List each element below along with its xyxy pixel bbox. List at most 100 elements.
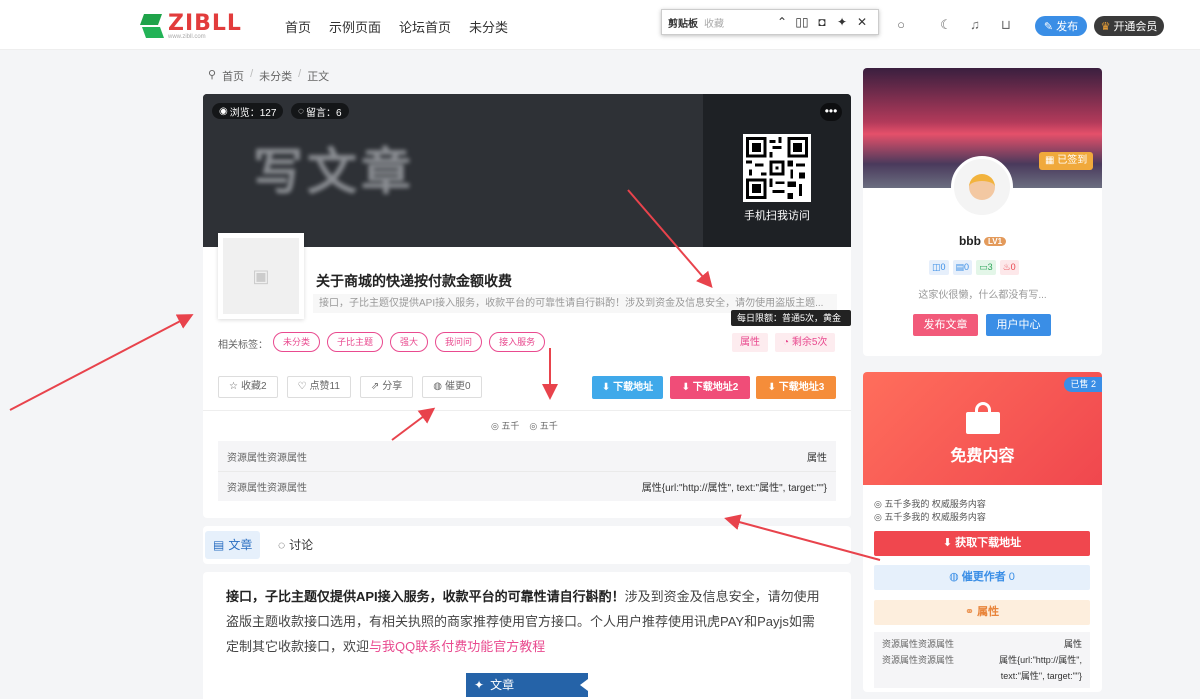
more-icon[interactable]: ••• [820,103,842,121]
feature-item: ◎ 五千 [529,421,558,431]
logo-mark-icon [139,12,165,40]
free-title: 免费内容 [950,448,1015,465]
search-icon[interactable]: ○ [893,17,909,33]
divider [203,410,851,411]
main-nav: 首页 示例页面 论坛首页 未分类 [285,17,508,36]
bell-icon[interactable]: ♫ [967,17,983,33]
download-button-2[interactable]: ⬇ 下载地址2 [670,376,750,399]
post-card: 写文章 手机扫我访问 ◉ 浏览：127 ◌ 留言：6 ••• ▣ 关于商城的快递… [203,94,851,518]
banner-image-text: 写文章 [253,144,415,200]
pin-icon[interactable]: ✦ [832,15,852,29]
crown-icon: ♛ [1100,20,1111,33]
comment-icon: ◌ [278,538,286,552]
site-logo[interactable]: ZIBLL www.zibll.com [139,11,242,40]
tag-item[interactable]: 子比主题 [327,332,384,352]
eye-icon: ◉ [219,105,228,117]
views-badge: ◉ 浏览：127 [212,103,284,119]
urge-author-button[interactable]: ◍ 催更作者 0 [874,565,1090,590]
share-icon: ⇗ [370,381,380,392]
tag-item[interactable]: 我问问 [435,332,483,352]
table-row: 资源属性资源属性 属性{url:"http://属性", text:"属性", … [218,471,836,501]
tag-list: 未分类 子比主题 强大 我问问 接入服务 [273,332,546,352]
qr-code-icon [743,134,811,202]
signed-badge[interactable]: ▦ 已签到 [1039,152,1094,170]
star-icon: ☆ [229,381,238,392]
moon-icon[interactable]: ☾ [938,17,954,33]
tag-item[interactable]: 接入服务 [489,332,546,352]
attribute-button[interactable]: 属性 [732,333,768,352]
attribute-button[interactable]: ⚭ 属性 [874,600,1090,625]
user-center-button[interactable]: 用户中心 [986,314,1051,336]
clipboard-placeholder[interactable]: 收藏 [704,15,772,30]
nav-item-sample-page[interactable]: 示例页面 [329,17,381,36]
clipboard-title: 剪贴板 [668,18,698,30]
feature-list: ◎ 五千 ◎ 五千 [491,419,558,432]
count-hot[interactable]: ♨0 [999,260,1019,275]
level-badge: LV1 [983,237,1007,246]
count-replies[interactable]: ▭3 [976,260,996,275]
publish-article-button[interactable]: 发布文章 [913,314,978,336]
post-thumbnail: ▣ [218,233,304,319]
free-content-card: 已售 2 免费内容 ◎ 五千多我的 权威服务内容 ◎ 五千多我的 权威服务内容 … [863,372,1102,692]
favorite-button[interactable]: ☆ 收藏2 [218,376,278,398]
free-line: ◎ 五千多我的 权威服务内容 [874,512,986,522]
vip-button[interactable]: ♛ 开通会员 [1094,16,1164,36]
cart-icon[interactable]: ⊔ [998,17,1014,33]
get-download-button[interactable]: ⬇ 获取下载地址 [874,531,1090,556]
download-button-3[interactable]: ⬇ 下载地址3 [756,376,836,399]
user-name[interactable]: bbb LV1 [863,234,1102,248]
article-link[interactable]: 与我QQ联系付费功能官方教程 [369,639,545,654]
annotation-arrow [9,314,194,411]
image-placeholder-icon: ▣ [223,238,299,314]
tab-discuss[interactable]: ◌ 讨论 [270,531,321,559]
nav-item-home[interactable]: 首页 [285,17,311,36]
publish-button[interactable]: ✎ 发布 [1035,16,1087,36]
pin-icon: ✦ [474,678,485,692]
post-actions: ☆ 收藏2 ♡ 点赞11 ⇗ 分享 ◍ 催更0 [218,376,482,398]
like-button[interactable]: ♡ 点赞11 [286,376,351,398]
mouse-icon[interactable]: ◘ [812,15,832,29]
count-comments[interactable]: ◫0 [929,260,949,275]
urge-button[interactable]: ◍ 催更0 [422,376,482,398]
feature-item: ◎ 五千 [491,421,520,431]
attribute-table: 资源属性资源属性 属性 资源属性资源属性 属性{url:"http://属性",… [218,441,836,501]
pencil-icon: ✎ [1043,20,1054,33]
free-line: ◎ 五千多我的 权威服务内容 [874,499,986,509]
location-icon: ⚲ [208,69,217,81]
article-heading-pill: ✦ 文章 [466,673,588,697]
table-row: 资源属性资源属性 属性 [882,639,1082,649]
breadcrumb-category[interactable]: 未分类 [259,68,292,84]
close-icon[interactable]: ✕ [852,15,872,29]
thumbs-up-icon: ♡ [297,381,307,392]
breadcrumb-home[interactable]: 首页 [222,68,244,84]
count-posts[interactable]: ▤0 [952,260,973,275]
sold-badge: 已售 2 [1064,377,1102,392]
share-button[interactable]: ⇗ 分享 [359,376,414,398]
limit-tooltip: 每日限额：普通5次，黄金会员6次 [731,310,851,339]
shopping-bag-icon [966,402,1000,434]
breadcrumb-current: 正文 [307,71,330,83]
clock-icon: ◔ [783,337,790,348]
article-text: 接口，子比主题仅提供API接入服务，收款平台的可靠性请自行斟酌！涉及到资金及信息… [226,589,820,654]
avatar[interactable] [951,156,1013,218]
tab-article[interactable]: ▤ 文章 [205,531,261,559]
tag-item[interactable]: 强大 [390,332,429,352]
article-body: 接口，子比主题仅提供API接入服务，收款平台的可靠性请自行斟酌！涉及到资金及信息… [203,572,851,699]
chevron-up-icon[interactable]: ⌃ [772,15,792,29]
qr-label: 手机扫我访问 [744,210,810,222]
document-icon: ▤ [213,538,225,552]
split-view-icon[interactable]: ▯▯ [792,15,812,29]
nav-item-uncategorized[interactable]: 未分类 [469,17,508,36]
breadcrumb: ⚲ 首页 / 未分类 / 正文 [208,68,330,84]
free-header: 已售 2 免费内容 [863,372,1102,485]
tag-item[interactable]: 未分类 [273,332,321,352]
download-button-1[interactable]: ⬇ 下载地址 [592,376,663,399]
calendar-icon: ▦ [1045,155,1055,166]
logo-text: ZIBLL [168,11,242,36]
nav-item-forum[interactable]: 论坛首页 [399,17,451,36]
table-row: 资源属性资源属性 属性{url:"http://属性", text:"属性", … [882,655,1082,681]
free-attribute-table: 资源属性资源属性 属性 资源属性资源属性 属性{url:"http://属性",… [874,632,1090,688]
tags-label: 相关标签： [218,340,268,351]
remaining-button[interactable]: ◔ 剩余5次 [775,333,836,352]
coffee-icon: ◍ [433,381,443,392]
